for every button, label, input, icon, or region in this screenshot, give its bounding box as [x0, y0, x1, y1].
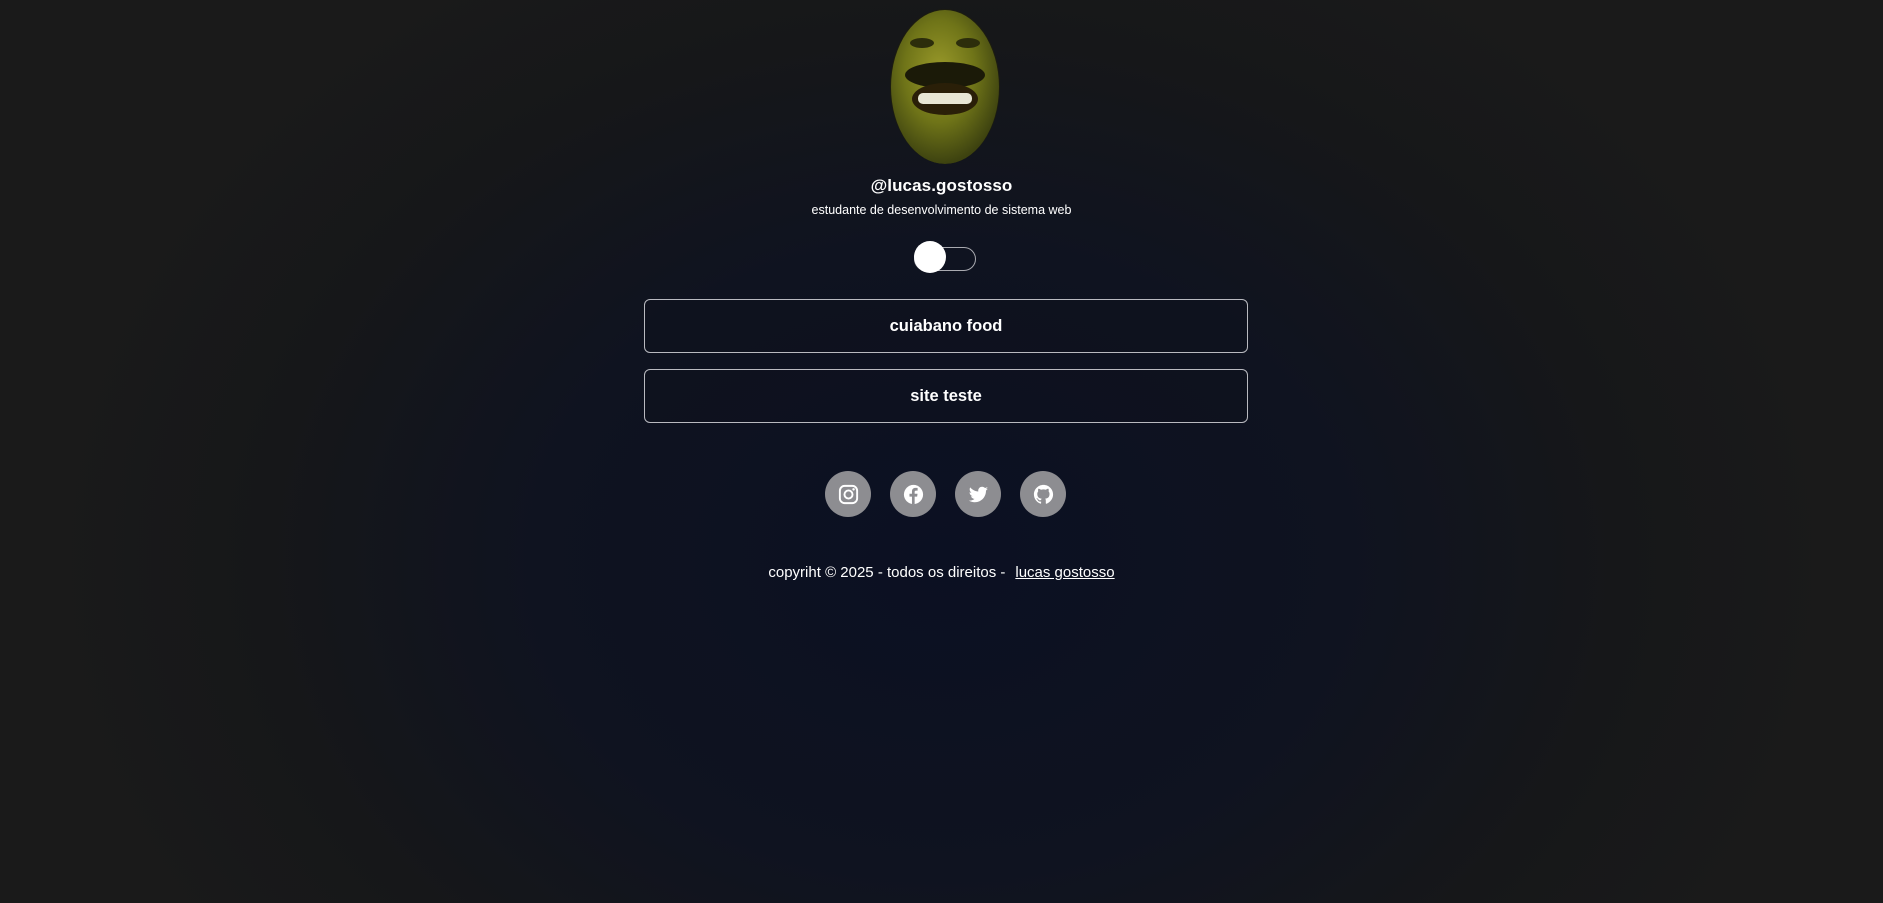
avatar: [890, 9, 1000, 164]
github-icon: [1033, 484, 1053, 504]
link-button-site-teste[interactable]: site teste: [644, 369, 1248, 423]
theme-toggle[interactable]: [914, 241, 976, 273]
facebook-link[interactable]: [890, 471, 936, 517]
avatar-image: [890, 9, 1000, 164]
profile-handle: @lucas.gostosso: [870, 176, 1013, 195]
profile-page: @lucas.gostosso estudante de desenvolvim…: [0, 0, 1883, 903]
footer: copyriht © 2025 - todos os direitos - luc…: [0, 564, 1883, 581]
link-list: cuiabano food site teste: [644, 299, 1248, 439]
instagram-link[interactable]: [825, 471, 871, 517]
footer-author-link[interactable]: lucas gostosso: [1015, 564, 1114, 581]
social-links: [825, 471, 1066, 517]
facebook-icon: [903, 484, 923, 504]
footer-text: copyriht © 2025 - todos os direitos -: [768, 564, 1006, 581]
toggle-knob: [914, 241, 946, 273]
instagram-icon: [838, 484, 858, 504]
link-button-cuiabano-food[interactable]: cuiabano food: [644, 299, 1248, 353]
profile-bio: estudante de desenvolvimento de sistema …: [811, 203, 1072, 217]
twitter-link[interactable]: [955, 471, 1001, 517]
twitter-icon: [968, 486, 988, 502]
github-link[interactable]: [1020, 471, 1066, 517]
